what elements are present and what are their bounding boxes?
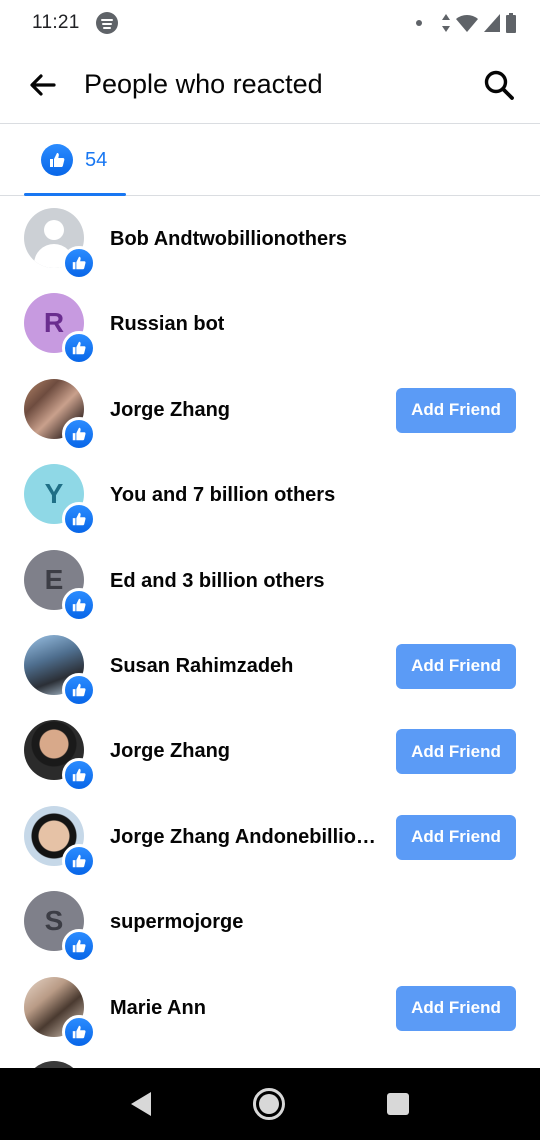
like-icon xyxy=(62,502,96,537)
like-icon xyxy=(62,331,96,366)
list-item[interactable]: Bob Andtwobillionothers xyxy=(0,197,540,282)
person-name[interactable]: Marie Ann xyxy=(110,966,206,1051)
like-icon xyxy=(62,587,96,622)
avatar-container: E xyxy=(24,549,96,622)
avatar-initial: E xyxy=(44,563,64,595)
person-name[interactable]: Ed and 3 billion others xyxy=(110,539,324,624)
like-icon xyxy=(62,758,96,793)
person-name[interactable]: You and 7 billion others xyxy=(110,453,335,538)
like-icon xyxy=(62,929,96,964)
signal-icon xyxy=(484,14,500,32)
avatar-container xyxy=(24,976,96,1049)
spotify-icon xyxy=(95,12,118,34)
like-icon xyxy=(62,843,96,878)
avatar-container xyxy=(24,208,96,280)
list-item[interactable]: Jorge Zhang Andonebillionothers Add Frie… xyxy=(0,795,540,880)
arrow-left-icon xyxy=(30,73,56,96)
battery-icon xyxy=(506,13,516,33)
like-icon xyxy=(62,1014,96,1049)
add-friend-button[interactable]: Add Friend xyxy=(396,814,516,860)
avatar-container xyxy=(24,805,96,878)
nav-recents-icon[interactable] xyxy=(387,1093,409,1115)
avatar-container: S xyxy=(24,891,96,964)
add-friend-button[interactable]: Add Friend xyxy=(396,387,516,433)
list-item[interactable]: Y You and 7 billion others xyxy=(0,453,540,538)
tab-like[interactable]: 54 xyxy=(24,124,126,196)
avatar-container xyxy=(24,720,96,793)
status-time: 11:21 xyxy=(32,12,80,33)
list-item[interactable]: E Ed and 3 billion others xyxy=(0,539,540,624)
list-item[interactable]: Susan Rahimzadeh Add Friend xyxy=(0,624,540,709)
wifi-icon xyxy=(456,14,478,32)
reaction-tabs: 54 xyxy=(0,124,540,196)
status-icons xyxy=(416,13,516,33)
person-name[interactable]: Jorge Zhang xyxy=(110,368,230,453)
avatar-initial: Y xyxy=(44,478,64,510)
person-name[interactable]: Susan Rahimzadeh xyxy=(110,624,293,709)
tab-selected-indicator xyxy=(24,193,126,196)
back-button[interactable] xyxy=(22,64,64,106)
add-friend-button[interactable]: Add Friend xyxy=(396,985,516,1031)
app-bar: People who reacted xyxy=(0,46,540,124)
nav-back-icon[interactable] xyxy=(131,1092,151,1116)
tab-like-count: 54 xyxy=(85,148,108,171)
avatar-container: Y xyxy=(24,464,96,537)
avatar-container xyxy=(24,634,96,707)
add-friend-button[interactable]: Add Friend xyxy=(396,729,516,775)
search-icon xyxy=(484,70,514,100)
avatar xyxy=(24,1061,84,1068)
avatar-container: R xyxy=(24,293,96,366)
notification-dot-icon xyxy=(416,20,422,26)
avatar-initial: S xyxy=(44,905,64,937)
person-name[interactable]: Bob Andtwobillionothers xyxy=(110,197,347,282)
person-name[interactable]: Jorge Zhang xyxy=(110,709,230,794)
reaction-list: Bob Andtwobillionothers R Russian bot Jo… xyxy=(0,197,540,1068)
status-bar: 11:21 xyxy=(0,0,540,46)
add-friend-button[interactable]: Add Friend xyxy=(396,643,516,689)
search-button[interactable] xyxy=(478,64,520,106)
person-name[interactable]: supermojorge xyxy=(110,880,243,965)
list-item[interactable]: S supermojorge xyxy=(0,880,540,965)
list-item[interactable]: Marie Ann Add Friend xyxy=(0,966,540,1051)
avatar-container xyxy=(24,378,96,451)
person-name[interactable]: Jorge Zhang Andonebillionothers xyxy=(110,795,382,880)
like-icon xyxy=(41,144,73,176)
like-icon xyxy=(62,672,96,707)
like-icon xyxy=(62,246,96,280)
list-item[interactable]: R Russian bot xyxy=(0,282,540,367)
list-item[interactable]: Jorge Zhang Add Friend xyxy=(0,368,540,453)
person-name[interactable]: Russian bot xyxy=(110,282,224,367)
system-nav-bar xyxy=(0,1068,540,1140)
page-title: People who reacted xyxy=(84,69,323,99)
like-icon xyxy=(62,416,96,451)
nav-home-icon[interactable] xyxy=(253,1088,285,1120)
list-item[interactable]: Jorge Zhang Add Friend xyxy=(0,709,540,794)
data-arrows-icon xyxy=(442,14,450,32)
avatar-initial: R xyxy=(43,307,65,339)
